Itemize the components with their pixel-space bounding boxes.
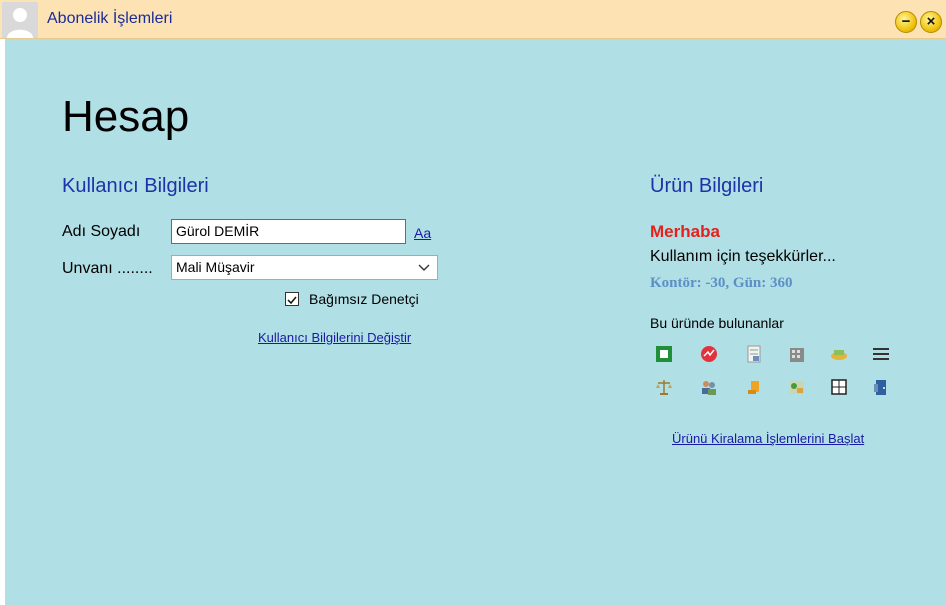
- product-info-title: Ürün Bilgileri: [650, 175, 764, 197]
- scales-icon: [656, 380, 672, 395]
- paper-icon: [747, 345, 761, 363]
- checkmark-icon: [287, 296, 297, 305]
- close-icon: ×: [926, 13, 936, 30]
- menu-lines-icon: [873, 348, 889, 360]
- minimize-icon: −: [901, 13, 911, 30]
- window-title: Abonelik İşlemleri: [47, 10, 173, 27]
- independent-auditor-checkbox[interactable]: [285, 292, 299, 306]
- user-avatar-icon: [2, 2, 38, 38]
- building-icon: [790, 348, 804, 362]
- users-icon: [702, 381, 716, 395]
- independent-auditor-label: Bağımsız Denetçi: [309, 291, 419, 307]
- title-label: Unvanı ........: [62, 260, 153, 277]
- name-input[interactable]: Gürol DEMİR: [171, 219, 406, 244]
- money-icon: [831, 350, 847, 360]
- user-info-title: Kullanıcı Bilgileri: [62, 175, 209, 197]
- close-button[interactable]: ×: [920, 11, 942, 33]
- account-window: Abonelik İşlemleri − × Hesap Kullanıcı B…: [0, 0, 946, 605]
- page-title: Hesap: [62, 92, 190, 141]
- chevron-down-icon: [418, 264, 430, 271]
- title-bar: Abonelik İşlemleri − ×: [0, 0, 946, 39]
- credit-info: Kontör: -30, Gün: 360: [650, 275, 793, 291]
- photo-icon: [790, 381, 804, 394]
- door-icon: [874, 380, 886, 395]
- greeting-text: Merhaba: [650, 222, 720, 241]
- calculator-icon: [831, 379, 847, 395]
- minimize-button[interactable]: −: [895, 11, 917, 33]
- green-book-icon: [656, 346, 672, 362]
- modules-label: Bu üründe bulunanlar: [650, 315, 784, 331]
- title-select[interactable]: Mali Müşavir: [171, 255, 438, 280]
- title-select-value: Mali Müşavir: [176, 259, 255, 275]
- name-label: Adı Soyadı: [62, 223, 141, 240]
- change-user-info-link[interactable]: Kullanıcı Bilgilerini Değiştir: [258, 330, 411, 345]
- coins-icon: [748, 381, 759, 394]
- red-chart-icon: [701, 346, 717, 362]
- start-rental-link[interactable]: Ürünü Kiralama İşlemlerini Başlat: [672, 431, 864, 446]
- thanks-text: Kullanım için teşekkürler...: [650, 248, 836, 265]
- font-link[interactable]: Aa: [414, 225, 431, 241]
